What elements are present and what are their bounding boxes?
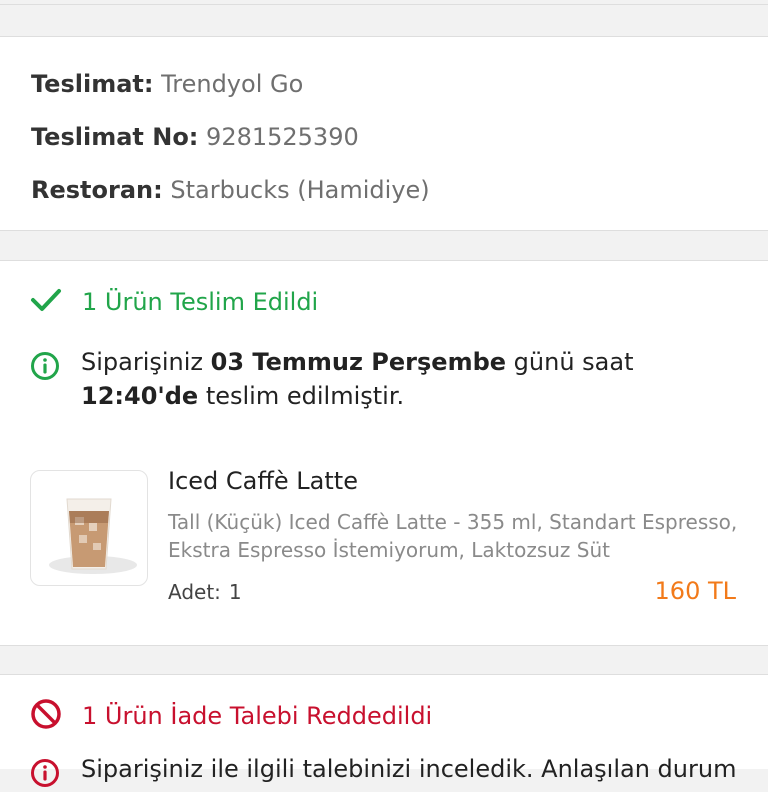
delivery-number-label: Teslimat No: (31, 123, 199, 151)
info-icon (30, 758, 60, 792)
restaurant-value: Starbucks (Hamidiye) (170, 176, 430, 204)
info-prefix: Siparişiniz (81, 348, 211, 376)
top-divider (0, 4, 768, 5)
check-icon (30, 287, 62, 317)
product-thumbnail[interactable] (30, 470, 148, 586)
delivered-status: 1 Ürün Teslim Edildi (30, 287, 318, 317)
product-quantity: Adet: 1 (168, 578, 242, 606)
quantity-value: 1 (228, 580, 242, 604)
restaurant-row: Restoran: Starbucks (Hamidiye) (31, 175, 430, 205)
delivered-info-text: Siparişiniz 03 Temmuz Perşembe günü saat… (81, 345, 741, 413)
delivered-items-card (0, 260, 768, 646)
delivered-status-text: 1 Ürün Teslim Edildi (82, 288, 319, 316)
refund-info-text: Siparişiniz ile ilgili talebinizi incele… (81, 755, 737, 783)
iced-latte-image (49, 498, 137, 574)
delivery-info-card: Teslimat: Trendyol Go Teslimat No: 92815… (0, 36, 768, 231)
delivery-company-value: Trendyol Go (161, 70, 304, 98)
refund-info: Siparişiniz ile ilgili talebinizi incele… (30, 752, 741, 792)
info-date: 03 Temmuz Perşembe (210, 348, 507, 376)
delivery-number-value: 9281525390 (206, 123, 359, 151)
delivery-company-row: Teslimat: Trendyol Go (31, 69, 303, 99)
info-time: 12:40'de (81, 382, 199, 410)
refund-status-text: 1 Ürün İade Talebi Reddedildi (82, 702, 433, 730)
info-suffix: teslim edilmiştir. (198, 382, 405, 410)
info-middle: günü saat (506, 348, 634, 376)
delivery-company-label: Teslimat: (31, 70, 154, 98)
delivery-number-row: Teslimat No: 9281525390 (31, 122, 359, 152)
quantity-label: Adet: (168, 580, 221, 604)
refund-status: 1 Ürün İade Talebi Reddedildi (30, 698, 433, 734)
product-title[interactable]: Iced Caffè Latte (168, 466, 358, 496)
product-description: Tall (Küçük) Iced Caffè Latte - 355 ml, … (168, 510, 738, 562)
prohibited-icon (30, 698, 62, 734)
product-price: 160 TL (654, 577, 736, 605)
info-icon (30, 351, 60, 385)
delivered-info: Siparişiniz 03 Temmuz Perşembe günü saat… (30, 345, 741, 413)
restaurant-label: Restoran: (31, 176, 163, 204)
